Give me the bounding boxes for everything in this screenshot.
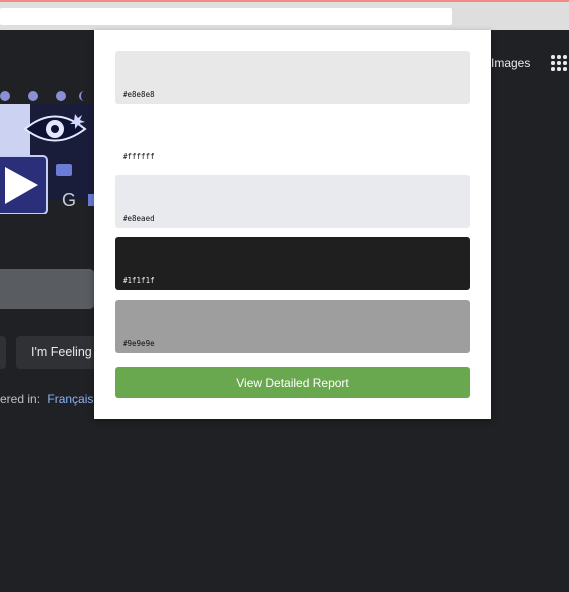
color-swatch[interactable]: #9e9e9e bbox=[115, 300, 470, 353]
color-swatch[interactable]: #1f1f1f bbox=[115, 237, 470, 290]
search-button[interactable] bbox=[0, 336, 6, 369]
browser-toolbar bbox=[0, 0, 569, 30]
svg-text:G: G bbox=[62, 190, 76, 210]
color-palette-popup: #e8e8e8 #ffffff #e8eaed #1f1f1f #9e9e9e … bbox=[94, 30, 491, 419]
address-bar[interactable] bbox=[0, 8, 452, 25]
swatch-hex-label: #1f1f1f bbox=[123, 276, 155, 285]
swatch-hex-label: #ffffff bbox=[123, 152, 155, 161]
images-link[interactable]: Images bbox=[491, 56, 530, 70]
offered-in-text: ered in: Français bbox=[0, 392, 93, 406]
color-swatch[interactable]: #ffffff bbox=[115, 113, 470, 166]
swatch-hex-label: #9e9e9e bbox=[123, 339, 155, 348]
language-link-francais[interactable]: Français bbox=[47, 392, 93, 406]
offered-in-label: ered in: bbox=[0, 392, 41, 406]
view-detailed-report-button[interactable]: View Detailed Report bbox=[115, 367, 470, 398]
swatch-hex-label: #e8eaed bbox=[123, 214, 155, 223]
apps-grid-icon[interactable] bbox=[551, 55, 567, 71]
google-doodle[interactable]: G bbox=[0, 84, 95, 274]
swatch-hex-label: #e8e8e8 bbox=[123, 90, 155, 99]
search-input[interactable] bbox=[0, 269, 95, 309]
color-swatch[interactable]: #e8eaed bbox=[115, 175, 470, 228]
color-swatch[interactable]: #e8e8e8 bbox=[115, 51, 470, 104]
feeling-lucky-button[interactable]: I'm Feeling bbox=[16, 336, 106, 369]
